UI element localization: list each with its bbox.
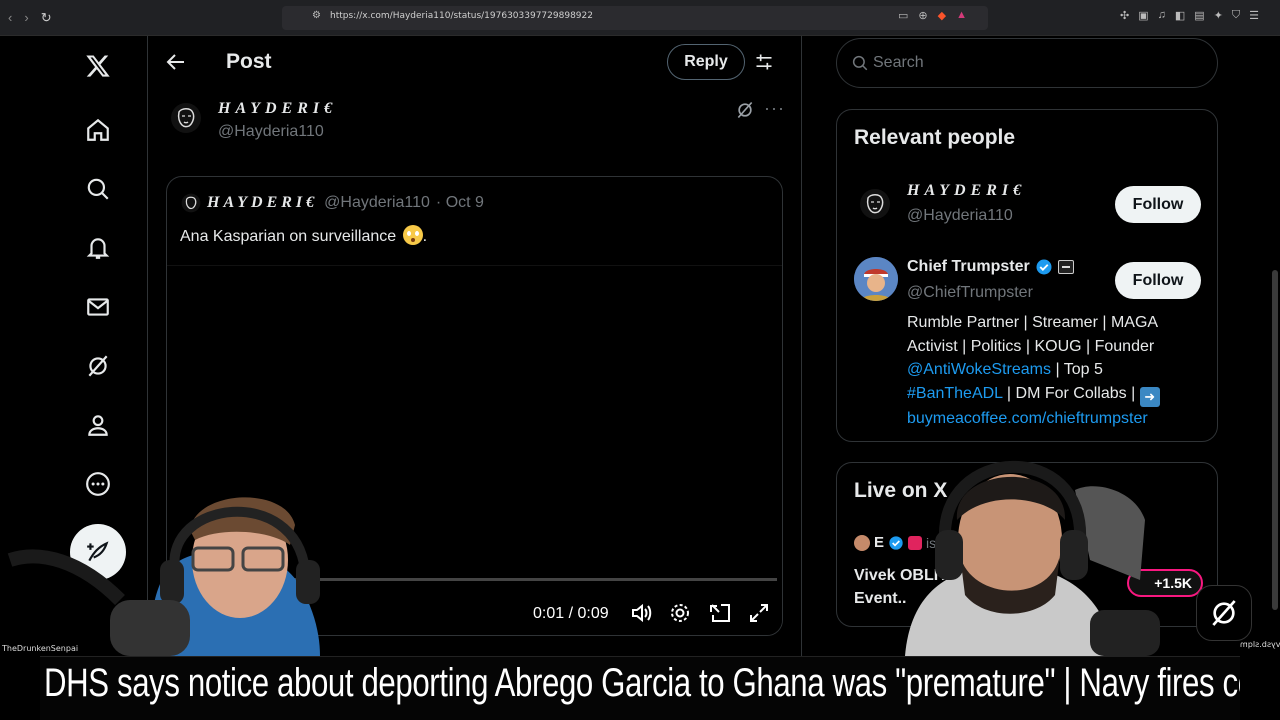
wallet-icon[interactable]: ▤ <box>1194 9 1204 22</box>
menu-icon[interactable]: ☰ <box>1249 9 1259 22</box>
verified-badge-icon <box>1036 259 1052 275</box>
sidebar-icon[interactable]: ◧ <box>1175 9 1185 22</box>
back-arrow-icon[interactable]: ‹ <box>8 10 12 26</box>
page-title: Post <box>226 50 272 73</box>
url-text[interactable]: https://x.com/Hayderia110/status/1976303… <box>330 11 593 21</box>
video-time: 0:01 / 0:09 <box>533 605 609 622</box>
settings-gear-icon[interactable] <box>668 601 692 625</box>
vpn-icon[interactable]: ⛉ <box>1232 9 1240 22</box>
grok-icon[interactable] <box>78 346 118 386</box>
news-ticker: DHS says notice about deporting Abrego G… <box>0 656 1280 720</box>
host-avatar <box>854 534 870 551</box>
grok-icon <box>1212 600 1236 626</box>
bio-text: | Top 5 <box>1051 361 1103 378</box>
bio-mention-link[interactable]: @AntiWokeStreams <box>907 361 1051 378</box>
flushed-face-emoji-icon <box>402 225 423 245</box>
bio-hashtag-link[interactable]: #BanTheADL <box>907 385 1002 402</box>
extension-icons: ✣ ▣ ♫ ◧ ▤ ✦ ⛉ ☰ <box>1120 9 1259 22</box>
sliders-icon[interactable] <box>754 52 774 72</box>
person-handle[interactable]: @ChiefTrumpster <box>907 284 1033 302</box>
browser-toolbar: ‹ › ↻ ▯ ⚙ https://x.com/Hayderia110/stat… <box>0 0 1280 36</box>
news-ticker-band: DHS says notice about deporting Abrego G… <box>40 656 1240 720</box>
person-name[interactable]: Chief Trumpster <box>907 258 1030 276</box>
bio-text: | DM For Collabs | <box>1002 384 1140 402</box>
quoted-post-body: Ana Kasparian on surveillance <box>180 228 397 245</box>
home-icon[interactable] <box>78 110 118 150</box>
reply-button[interactable]: Reply <box>667 44 745 80</box>
tab-icon[interactable]: ▣ <box>1138 9 1148 22</box>
volume-icon[interactable] <box>629 601 653 625</box>
quoted-author-avatar <box>181 193 201 213</box>
webcam-left-streamer <box>7 497 320 656</box>
webcam-right-streamer <box>905 460 1160 656</box>
cast-icon[interactable]: ▭ <box>898 9 908 22</box>
host-name: E <box>874 534 885 551</box>
quoted-post-suffix: . <box>422 228 428 245</box>
search-input[interactable]: Search <box>873 54 924 72</box>
quoted-author-name: HAYDERI€ <box>207 194 319 211</box>
zoom-icon[interactable]: ⊕ <box>918 9 927 22</box>
back-arrow-icon[interactable] <box>164 50 188 74</box>
extensions-icon[interactable]: ✣ <box>1120 9 1129 22</box>
author-handle[interactable]: @Hayderia110 <box>218 123 324 141</box>
address-bar-icons: ▭ ⊕ ◆ ▲ <box>898 9 967 22</box>
person-avatar[interactable] <box>854 257 898 301</box>
follow-button[interactable]: Follow <box>1115 186 1201 223</box>
bio-website-link[interactable]: buymeacoffee.com/chieftrumpster <box>907 410 1148 427</box>
person-name[interactable]: HAYDERI€ <box>907 182 1026 200</box>
quoted-author-handle: @Hayderia110 <box>324 194 430 211</box>
grok-explain-icon[interactable] <box>735 100 755 120</box>
x-logo-icon[interactable] <box>78 46 118 86</box>
quoted-post-date: · Oct 9 <box>435 194 484 211</box>
relevant-people-panel: Relevant people HAYDERI€ @Hayderia110 Fo… <box>836 109 1218 442</box>
search-icon <box>852 55 868 71</box>
quoted-post-text: Ana Kasparian on surveillance . <box>180 225 427 246</box>
bio-text: Rumble Partner | Streamer | MAGA Activis… <box>907 314 1158 355</box>
person-avatar[interactable] <box>859 188 891 220</box>
quoted-post-header: HAYDERI€ @Hayderia110 · Oct 9 <box>181 193 484 213</box>
relevant-people-title: Relevant people <box>854 126 1016 149</box>
person-handle[interactable]: @Hayderia110 <box>907 207 1013 225</box>
browser-nav: ‹ › ↻ <box>8 10 52 26</box>
explore-search-icon[interactable] <box>78 169 118 209</box>
more-dots-icon[interactable]: ··· <box>764 98 785 119</box>
person-bio: Rumble Partner | Streamer | MAGA Activis… <box>907 311 1197 430</box>
search-box[interactable]: Search <box>836 38 1218 88</box>
picture-in-picture-icon[interactable] <box>708 601 732 625</box>
reload-icon[interactable]: ↻ <box>41 10 52 26</box>
webcam-left-label: TheDrunkenSenpai <box>2 644 79 653</box>
brave-rewards-icon[interactable]: ▲ <box>956 9 967 22</box>
follow-button[interactable]: Follow <box>1115 262 1201 299</box>
messages-mail-icon[interactable] <box>78 287 118 327</box>
right-arrow-emoji-icon: ➜ <box>1139 386 1160 407</box>
forward-arrow-icon[interactable]: › <box>24 10 28 26</box>
webcam-right-label: vysb.slqm <box>1240 640 1280 649</box>
music-icon[interactable]: ♫ <box>1158 9 1166 22</box>
author-avatar[interactable] <box>170 102 202 134</box>
affiliation-badge-icon <box>1057 260 1074 274</box>
fullscreen-icon[interactable] <box>747 601 771 625</box>
grok-floating-button[interactable] <box>1196 585 1252 641</box>
person-name-row: Chief Trumpster <box>907 258 1074 276</box>
brave-shield-icon[interactable]: ◆ <box>938 9 946 22</box>
page-scrollbar[interactable] <box>1272 270 1278 610</box>
news-ticker-text: DHS says notice about deporting Abrego G… <box>44 661 1240 705</box>
verified-badge-icon <box>889 535 903 550</box>
profile-icon[interactable] <box>78 405 118 445</box>
notifications-bell-icon[interactable] <box>78 228 118 268</box>
leo-icon[interactable]: ✦ <box>1214 9 1223 22</box>
site-settings-icon[interactable]: ⚙ <box>312 10 321 21</box>
author-name[interactable]: HAYDERI€ <box>218 100 337 118</box>
